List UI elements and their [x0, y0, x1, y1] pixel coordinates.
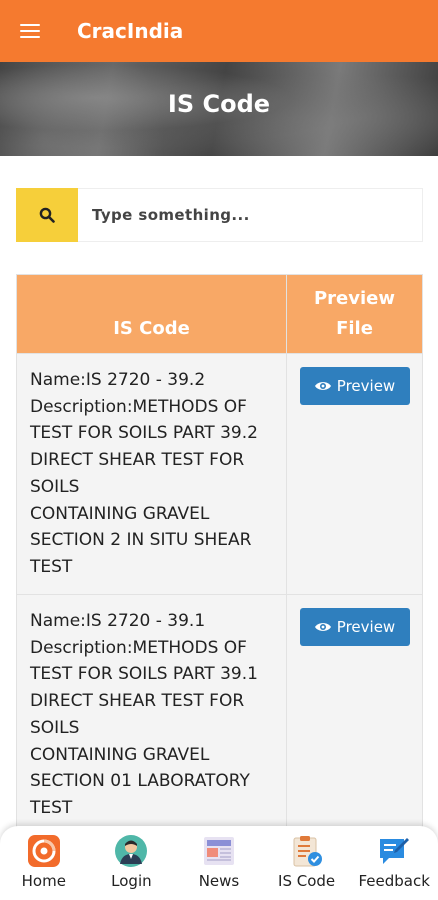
feedback-icon — [377, 834, 411, 868]
clipboard-check-icon — [290, 834, 324, 868]
bottom-navigation: Home Login News IS Code Feedback — [0, 826, 438, 900]
user-avatar-icon — [114, 834, 148, 868]
home-app-icon — [27, 834, 61, 868]
preview-cell: Preview — [286, 353, 423, 595]
nav-item-feedback[interactable]: Feedback — [351, 834, 437, 900]
search-input[interactable] — [78, 189, 422, 241]
hamburger-menu-button[interactable] — [0, 0, 60, 62]
column-header-is-code: IS Code — [16, 274, 287, 354]
app-title: CracIndia — [77, 19, 184, 43]
app-bar: CracIndia — [0, 0, 438, 62]
preview-button-label: Preview — [336, 618, 396, 636]
nav-label-login: Login — [111, 872, 152, 890]
preview-button-label: Preview — [336, 377, 396, 395]
nav-label-home: Home — [21, 872, 66, 890]
preview-button[interactable]: Preview — [299, 367, 410, 405]
eye-icon — [314, 382, 331, 390]
nav-item-home[interactable]: Home — [1, 834, 87, 900]
code-cell: Name:IS 2720 - 39.2 Description:METHODS … — [16, 353, 287, 595]
search-button[interactable] — [16, 188, 78, 242]
search-bar — [16, 188, 423, 242]
table-row: Name:IS 2720 - 39.1 Description:METHODS … — [16, 594, 423, 855]
is-code-table: IS Code Preview File Name:IS 2720 - 39.2… — [16, 274, 423, 855]
code-description: Name:IS 2720 - 39.2 Description:METHODS … — [30, 370, 258, 577]
code-cell: Name:IS 2720 - 39.1 Description:METHODS … — [16, 594, 287, 855]
search-icon — [39, 207, 55, 223]
column-header-preview-file: Preview File — [286, 274, 423, 354]
nav-label-news: News — [198, 872, 240, 890]
preview-cell: Preview — [286, 594, 423, 855]
nav-item-is-code[interactable]: IS Code — [264, 834, 350, 900]
hero-banner: IS Code — [0, 62, 438, 156]
nav-label-is-code: IS Code — [278, 872, 336, 890]
nav-label-feedback: Feedback — [358, 872, 430, 890]
nav-item-login[interactable]: Login — [88, 834, 174, 900]
table-row: Name:IS 2720 - 39.2 Description:METHODS … — [16, 353, 423, 595]
hamburger-icon — [20, 23, 40, 39]
eye-icon — [314, 623, 331, 631]
table-header-row: IS Code Preview File — [16, 274, 423, 354]
preview-button[interactable]: Preview — [299, 608, 410, 646]
code-description: Name:IS 2720 - 39.1 Description:METHODS … — [30, 611, 258, 818]
page-title: IS Code — [167, 90, 271, 118]
nav-item-news[interactable]: News — [176, 834, 262, 900]
newspaper-icon — [202, 834, 236, 868]
